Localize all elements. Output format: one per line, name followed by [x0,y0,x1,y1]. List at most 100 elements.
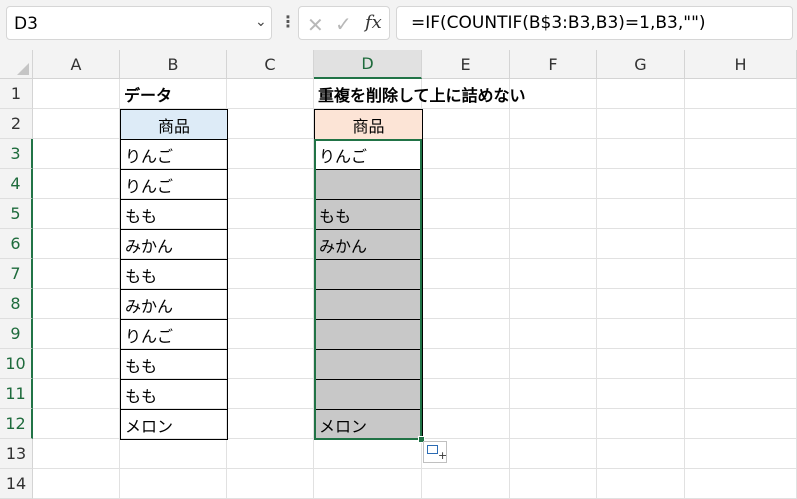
cell-b1-title[interactable]: データ [120,79,227,109]
cell[interactable] [33,199,120,229]
cell[interactable] [422,379,510,409]
check-icon[interactable]: ✓ [335,12,352,36]
more-options-icon[interactable]: ⋮ [280,12,296,31]
cell[interactable] [227,169,314,199]
cell[interactable] [227,469,314,499]
cell[interactable] [597,439,685,469]
cell[interactable] [685,169,797,199]
cell[interactable] [227,199,314,229]
cell[interactable] [510,289,597,319]
cell-d9[interactable] [314,319,423,350]
close-icon[interactable]: ✕ [307,13,324,37]
cell-d1-title[interactable]: 重複を削除して上に詰めない [314,79,526,109]
cell-d5[interactable]: もも [314,199,423,230]
cell-d3[interactable]: りんご [314,139,423,170]
column-header-g[interactable]: G [597,50,685,79]
cell[interactable] [227,439,314,469]
column-header-c[interactable]: C [227,50,314,79]
cell-b3[interactable]: りんご [120,139,228,170]
cell-b12[interactable]: メロン [120,409,228,440]
row-header-7[interactable]: 7 [0,259,33,289]
cell[interactable] [227,409,314,439]
cell[interactable] [597,199,685,229]
cell-b8[interactable]: みかん [120,289,228,320]
cell-d11[interactable] [314,379,423,410]
row-header-13[interactable]: 13 [0,439,33,469]
cell[interactable] [510,139,597,169]
cell[interactable] [422,139,510,169]
cell-d6[interactable]: みかん [314,229,423,260]
cell-b2-header[interactable]: 商品 [120,109,228,140]
cell[interactable] [685,139,797,169]
cell-b5[interactable]: もも [120,199,228,230]
cell[interactable] [510,379,597,409]
cell[interactable] [422,109,510,139]
cell-d12[interactable]: メロン [314,409,423,440]
cell[interactable] [422,289,510,319]
cell[interactable] [314,439,422,469]
column-header-b[interactable]: B [120,50,227,79]
row-header-5[interactable]: 5 [0,199,33,229]
cell[interactable] [120,439,227,469]
cell[interactable] [227,379,314,409]
cell[interactable] [510,409,597,439]
column-header-e[interactable]: E [422,50,510,79]
cell[interactable] [685,199,797,229]
cell[interactable] [510,109,597,139]
cell[interactable] [33,349,120,379]
cell[interactable] [510,469,597,499]
column-header-f[interactable]: F [510,50,597,79]
cell[interactable] [597,139,685,169]
row-header-14[interactable]: 14 [0,469,33,499]
cell[interactable] [685,379,797,409]
cell[interactable] [685,109,797,139]
cell-b6[interactable]: みかん [120,229,228,260]
cell[interactable] [597,259,685,289]
cell[interactable] [510,199,597,229]
cell-b9[interactable]: りんご [120,319,228,350]
row-header-12[interactable]: 12 [0,409,33,439]
row-header-4[interactable]: 4 [0,169,33,199]
row-header-11[interactable]: 11 [0,379,33,409]
cell[interactable] [597,349,685,379]
cell[interactable] [597,469,685,499]
cell[interactable] [33,439,120,469]
cell[interactable] [685,79,797,109]
cell-d4[interactable] [314,169,423,200]
cell[interactable] [597,379,685,409]
cell[interactable] [685,469,797,499]
cell[interactable] [597,169,685,199]
row-header-2[interactable]: 2 [0,109,33,139]
cell[interactable] [422,229,510,259]
cell-d8[interactable] [314,289,423,320]
cell[interactable] [685,229,797,259]
cell[interactable] [227,319,314,349]
row-header-3[interactable]: 3 [0,139,33,169]
formula-input[interactable]: =IF(COUNTIF(B$3:B3,B3)=1,B3,"") [396,6,793,40]
cell[interactable] [510,349,597,379]
cell-b10[interactable]: もも [120,349,228,380]
cell[interactable] [597,289,685,319]
row-header-9[interactable]: 9 [0,319,33,349]
cell[interactable] [422,469,510,499]
cell[interactable] [597,319,685,349]
cell[interactable] [120,469,227,499]
cell-b7[interactable]: もも [120,259,228,290]
column-header-h[interactable]: H [685,50,797,79]
cell[interactable] [422,169,510,199]
cell[interactable] [227,349,314,379]
select-all-button[interactable] [0,50,33,79]
cell[interactable] [510,229,597,259]
cell[interactable] [227,229,314,259]
cell[interactable] [597,409,685,439]
cell[interactable] [33,79,120,109]
cell-b4[interactable]: りんご [120,169,228,200]
cell[interactable] [685,409,797,439]
cell-d2-header[interactable]: 商品 [314,109,423,140]
cell[interactable] [33,169,120,199]
cell-d10[interactable] [314,349,423,380]
cell[interactable] [685,319,797,349]
cell[interactable] [314,469,422,499]
cell[interactable] [227,289,314,319]
name-box[interactable]: D3 ⌄ [6,6,272,40]
